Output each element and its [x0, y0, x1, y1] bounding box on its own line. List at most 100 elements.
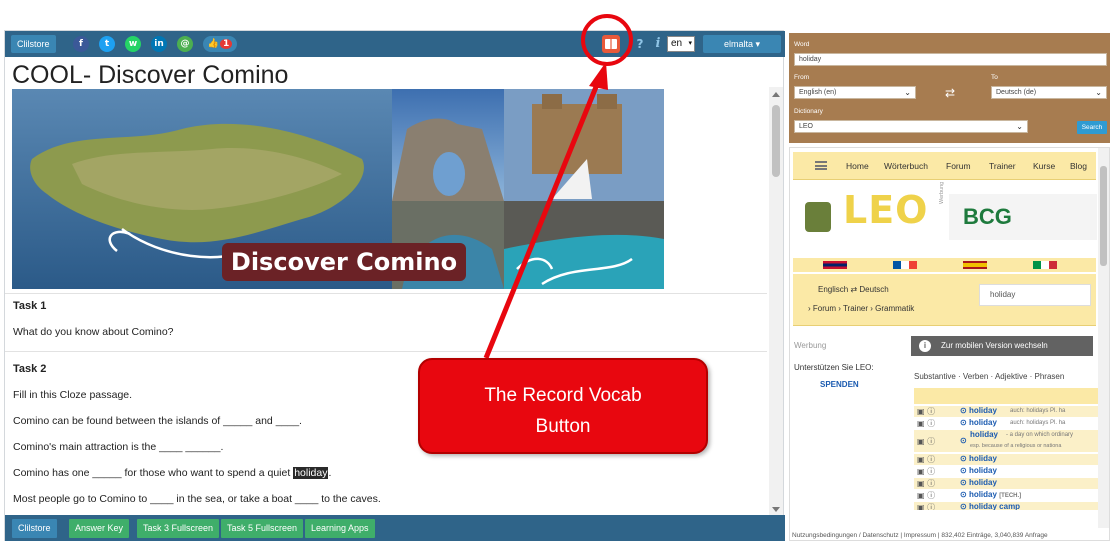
leo-scrollbar[interactable]: [1098, 148, 1109, 528]
task5-fullscreen-button[interactable]: Task 5 Fullscreen: [221, 519, 304, 538]
nav-trainer[interactable]: Trainer: [989, 161, 1016, 171]
save-info-icons[interactable]: ▣ ⓘ: [917, 436, 935, 447]
spanish-flag-icon[interactable]: [963, 261, 987, 269]
clilstore-footer-button[interactable]: Clilstore: [12, 519, 57, 538]
result-extra: [TECH.]: [999, 493, 1022, 499]
save-info-icons[interactable]: ▣ ⓘ: [917, 418, 935, 429]
word-input[interactable]: holiday: [794, 53, 1107, 66]
highlight-circle: [581, 14, 633, 66]
result-extra: auch: holidays Pl. ha: [1010, 408, 1066, 414]
bcg-advertisement[interactable]: BCG: [949, 194, 1097, 240]
save-info-icons[interactable]: ▣ ⓘ: [917, 406, 935, 417]
result-subtext: esp. because of a religious or nationa: [970, 443, 1062, 449]
task1-heading: Task 1: [13, 300, 47, 312]
scrollbar-thumb[interactable]: [772, 105, 780, 177]
save-info-icons[interactable]: ▣ ⓘ: [917, 466, 935, 477]
mobile-version-button[interactable]: i Zur mobilen Version wechseln: [911, 336, 1093, 356]
uk-german-flag-icon[interactable]: [823, 261, 847, 269]
leo-nav-bar: Home Wörterbuch Forum Trainer Kurse Blog: [793, 152, 1096, 180]
italian-flag-icon[interactable]: [1033, 261, 1057, 269]
facebook-icon[interactable]: f: [73, 36, 89, 52]
clilstore-button[interactable]: Clilstore: [11, 35, 56, 53]
dictionary-label: Dictionary: [794, 108, 823, 115]
task1-text: What do you know about Comino?: [13, 326, 174, 338]
scrollbar-thumb[interactable]: [1100, 166, 1107, 266]
result-extra: - a day on which ordinary: [1006, 432, 1074, 438]
like-count-badge: 1: [219, 39, 233, 49]
from-language-select[interactable]: English (en) ⌄: [794, 86, 916, 99]
nav-home[interactable]: Home: [846, 161, 869, 171]
swap-languages-icon[interactable]: ⇄: [945, 86, 955, 100]
result-row[interactable]: ▣ ⓘ ⊙ holiday: [914, 454, 1104, 465]
leo-footer: Nutzungsbedingungen / Datenschutz | Impr…: [790, 530, 1109, 540]
result-row[interactable]: ▣ ⓘ ⊙ holiday auch: holidays Pl. ha: [914, 406, 1104, 417]
chevron-down-icon: ⌄: [1095, 88, 1102, 97]
chevron-down-icon: ⌄: [1016, 122, 1023, 131]
nav-woerterbuch[interactable]: Wörterbuch: [884, 161, 928, 171]
whatsapp-icon[interactable]: w: [125, 36, 141, 52]
leo-search-input[interactable]: holiday: [979, 284, 1091, 306]
leo-logo: LEO: [843, 188, 929, 232]
clilstore-unit-pane: Clilstore f t w in @ 👍 1 ? i en ▾ elmalta …: [4, 30, 785, 541]
info-icon: i: [919, 340, 931, 352]
part-of-speech-tabs[interactable]: Substantive · Verben · Adjektive · Phras…: [914, 372, 1064, 381]
divider: [5, 351, 767, 352]
result-row[interactable]: ▣ ⓘ ⊙ holiday - a day on which ordinary …: [914, 430, 1104, 452]
task3-fullscreen-button[interactable]: Task 3 Fullscreen: [137, 519, 220, 538]
spenden-link[interactable]: SPENDEN: [820, 380, 859, 389]
result-word: ⊙: [960, 436, 967, 445]
result-row[interactable]: ▣ ⓘ ⊙ holiday camp: [914, 502, 1104, 510]
french-flag-icon[interactable]: [893, 261, 917, 269]
twitter-icon[interactable]: t: [99, 36, 115, 52]
dictionary-pane: Word holiday From To English (en) ⌄ ⇄ Deu…: [789, 33, 1110, 541]
content-scrollbar[interactable]: [769, 87, 783, 517]
result-row[interactable]: ▣ ⓘ ⊙ holiday: [914, 466, 1104, 477]
like-button[interactable]: 👍 1: [203, 36, 237, 52]
cloze-line: Comino's main attraction is the ____ ___…: [13, 441, 224, 453]
result-row[interactable]: ▣ ⓘ ⊙ holiday [TECH.]: [914, 490, 1104, 501]
leo-breadcrumb[interactable]: › Forum › Trainer › Grammatik: [808, 304, 914, 313]
nav-blog[interactable]: Blog: [1070, 161, 1087, 171]
language-pair[interactable]: Englisch ⇄ Deutsch: [818, 285, 889, 294]
result-row[interactable]: ▣ ⓘ ⊙ holiday auch: holidays Pl. ha: [914, 418, 1104, 429]
save-info-icons[interactable]: ▣ ⓘ: [917, 478, 935, 489]
hero-caption: Discover Comino: [230, 248, 458, 276]
save-info-icons[interactable]: ▣ ⓘ: [917, 454, 935, 465]
learning-apps-button[interactable]: Learning Apps: [305, 519, 375, 538]
scroll-down-icon[interactable]: [772, 507, 780, 512]
result-extra: auch: holidays Pl. ha: [1010, 420, 1066, 426]
help-icon[interactable]: ?: [632, 36, 648, 52]
result-row[interactable]: ▣ ⓘ ⊙ holiday: [914, 478, 1104, 489]
save-info-icons[interactable]: ▣ ⓘ: [917, 490, 935, 501]
from-label: From: [794, 74, 810, 81]
user-menu-button[interactable]: elmalta ▾: [703, 35, 781, 53]
save-info-icons[interactable]: ▣ ⓘ: [917, 502, 935, 510]
cloze-line: Most people go to Comino to ____ in the …: [13, 493, 381, 505]
dictionary-search-panel: Word holiday From To English (en) ⌄ ⇄ Deu…: [789, 33, 1110, 143]
werbung-label: Werbung: [794, 341, 827, 350]
cloze-line: Comino has one _____ for those who want …: [13, 467, 331, 479]
result-word: ⊙ holiday [TECH.]: [960, 490, 1022, 499]
result-word: ⊙ holiday: [960, 406, 997, 415]
page-title: COOL- Discover Comino: [12, 61, 289, 89]
dictionary-select[interactable]: LEO ⌄: [794, 120, 1028, 133]
linkedin-icon[interactable]: in: [151, 36, 167, 52]
nav-kurse[interactable]: Kurse: [1033, 161, 1055, 171]
language-flags: [793, 258, 1096, 272]
search-button[interactable]: Search: [1077, 121, 1107, 134]
email-icon[interactable]: @: [177, 36, 193, 52]
ad-label-vertical: Werbung: [939, 181, 945, 204]
scroll-up-icon[interactable]: [772, 92, 780, 97]
to-label: To: [991, 74, 998, 81]
selected-word[interactable]: holiday: [293, 467, 329, 479]
thumbs-up-icon: 👍: [207, 39, 219, 49]
menu-icon[interactable]: [815, 161, 827, 170]
leo-language-box: Englisch ⇄ Deutsch › Forum › Trainer › G…: [793, 274, 1096, 326]
bottom-toolbar: Clilstore Answer Key Task 3 Fullscreen T…: [5, 515, 785, 541]
chevron-down-icon: ▾: [688, 40, 692, 47]
answer-key-button[interactable]: Answer Key: [69, 519, 130, 538]
info-icon[interactable]: i: [650, 36, 666, 52]
language-select[interactable]: en ▾: [667, 36, 695, 52]
to-language-select[interactable]: Deutsch (de) ⌄: [991, 86, 1107, 99]
nav-forum[interactable]: Forum: [946, 161, 971, 171]
